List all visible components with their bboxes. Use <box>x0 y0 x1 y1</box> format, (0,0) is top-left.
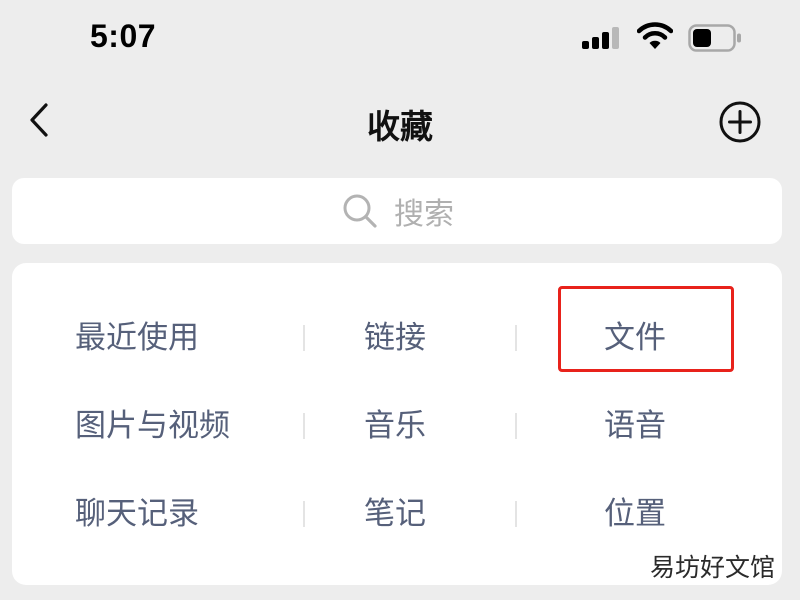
column-divider <box>515 325 517 351</box>
category-links[interactable]: 链接 <box>364 318 426 358</box>
search-icon <box>343 194 377 228</box>
status-time: 5:07 <box>90 18 157 54</box>
watermark-text: 易坊好文馆 <box>650 553 776 582</box>
page-title: 收藏 <box>367 107 433 146</box>
highlight-annotation-box <box>558 286 734 372</box>
category-photos-videos[interactable]: 图片与视频 <box>75 406 230 446</box>
category-chat-history[interactable]: 聊天记录 <box>75 494 199 534</box>
column-divider <box>515 413 517 439</box>
category-notes[interactable]: 笔记 <box>364 494 426 534</box>
column-divider <box>303 413 305 439</box>
search-placeholder: 搜索 <box>394 197 454 232</box>
status-bar: 5:07 <box>0 0 800 80</box>
cellular-signal-icon <box>582 27 622 49</box>
column-divider <box>515 501 517 527</box>
category-voice[interactable]: 语音 <box>604 406 666 446</box>
category-location[interactable]: 位置 <box>604 494 666 534</box>
nav-bar: 收藏 <box>0 88 800 152</box>
category-recent[interactable]: 最近使用 <box>75 318 199 358</box>
category-music[interactable]: 音乐 <box>364 406 426 446</box>
search-content: 搜索 <box>12 178 782 244</box>
favorites-screen: 5:07 收藏 搜索 最近使用 链接 文件 图片与视频 音乐 语音 聊天记录 笔… <box>0 0 800 600</box>
column-divider <box>303 501 305 527</box>
column-divider <box>303 325 305 351</box>
search-input[interactable]: 搜索 <box>12 178 782 244</box>
wifi-icon <box>637 22 673 49</box>
battery-icon <box>688 24 741 52</box>
category-grid: 最近使用 链接 文件 图片与视频 音乐 语音 聊天记录 笔记 位置 <box>12 263 782 585</box>
plus-circle-icon[interactable] <box>716 98 764 146</box>
